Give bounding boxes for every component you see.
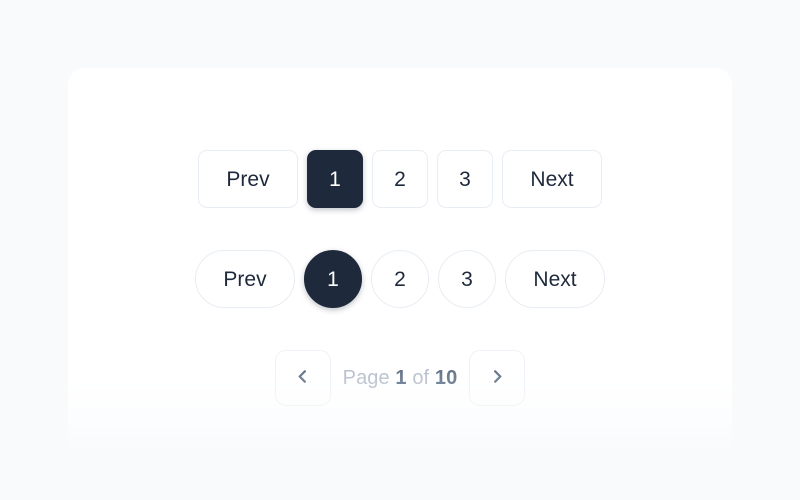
pill-next-button[interactable]: Next bbox=[505, 250, 605, 308]
card-content: Prev 1 2 3 Next Prev 1 2 3 Next Page 1 o… bbox=[68, 68, 732, 468]
page-status-middle: of bbox=[412, 366, 430, 389]
pill-prev-button[interactable]: Prev bbox=[195, 250, 295, 308]
squared-page-2-button[interactable]: 2 bbox=[372, 150, 428, 208]
squared-page-1-button[interactable]: 1 bbox=[307, 150, 363, 208]
screen: Prev 1 2 3 Next Prev 1 2 3 Next Page 1 o… bbox=[0, 0, 800, 500]
pagination-compact: Page 1 of 10 bbox=[274, 350, 526, 406]
page-status-prefix: Page bbox=[342, 366, 390, 389]
pill-page-3-button[interactable]: 3 bbox=[438, 250, 496, 308]
pill-page-1-button[interactable]: 1 bbox=[304, 250, 362, 308]
page-status-current: 1 bbox=[395, 366, 407, 389]
pagination-squared: Prev 1 2 3 Next bbox=[198, 150, 602, 208]
page-status-total: 10 bbox=[434, 366, 458, 389]
compact-prev-button[interactable] bbox=[274, 350, 331, 406]
chevron-left-icon bbox=[295, 369, 310, 387]
pagination-pill: Prev 1 2 3 Next bbox=[195, 250, 605, 308]
pagination-card: Prev 1 2 3 Next Prev 1 2 3 Next Page 1 o… bbox=[68, 68, 732, 468]
pill-page-2-button[interactable]: 2 bbox=[371, 250, 429, 308]
squared-prev-button[interactable]: Prev bbox=[198, 150, 298, 208]
squared-page-3-button[interactable]: 3 bbox=[437, 150, 493, 208]
squared-next-button[interactable]: Next bbox=[502, 150, 602, 208]
page-status-label: Page 1 of 10 bbox=[343, 367, 458, 390]
compact-next-button[interactable] bbox=[469, 350, 526, 406]
chevron-right-icon bbox=[490, 369, 505, 387]
